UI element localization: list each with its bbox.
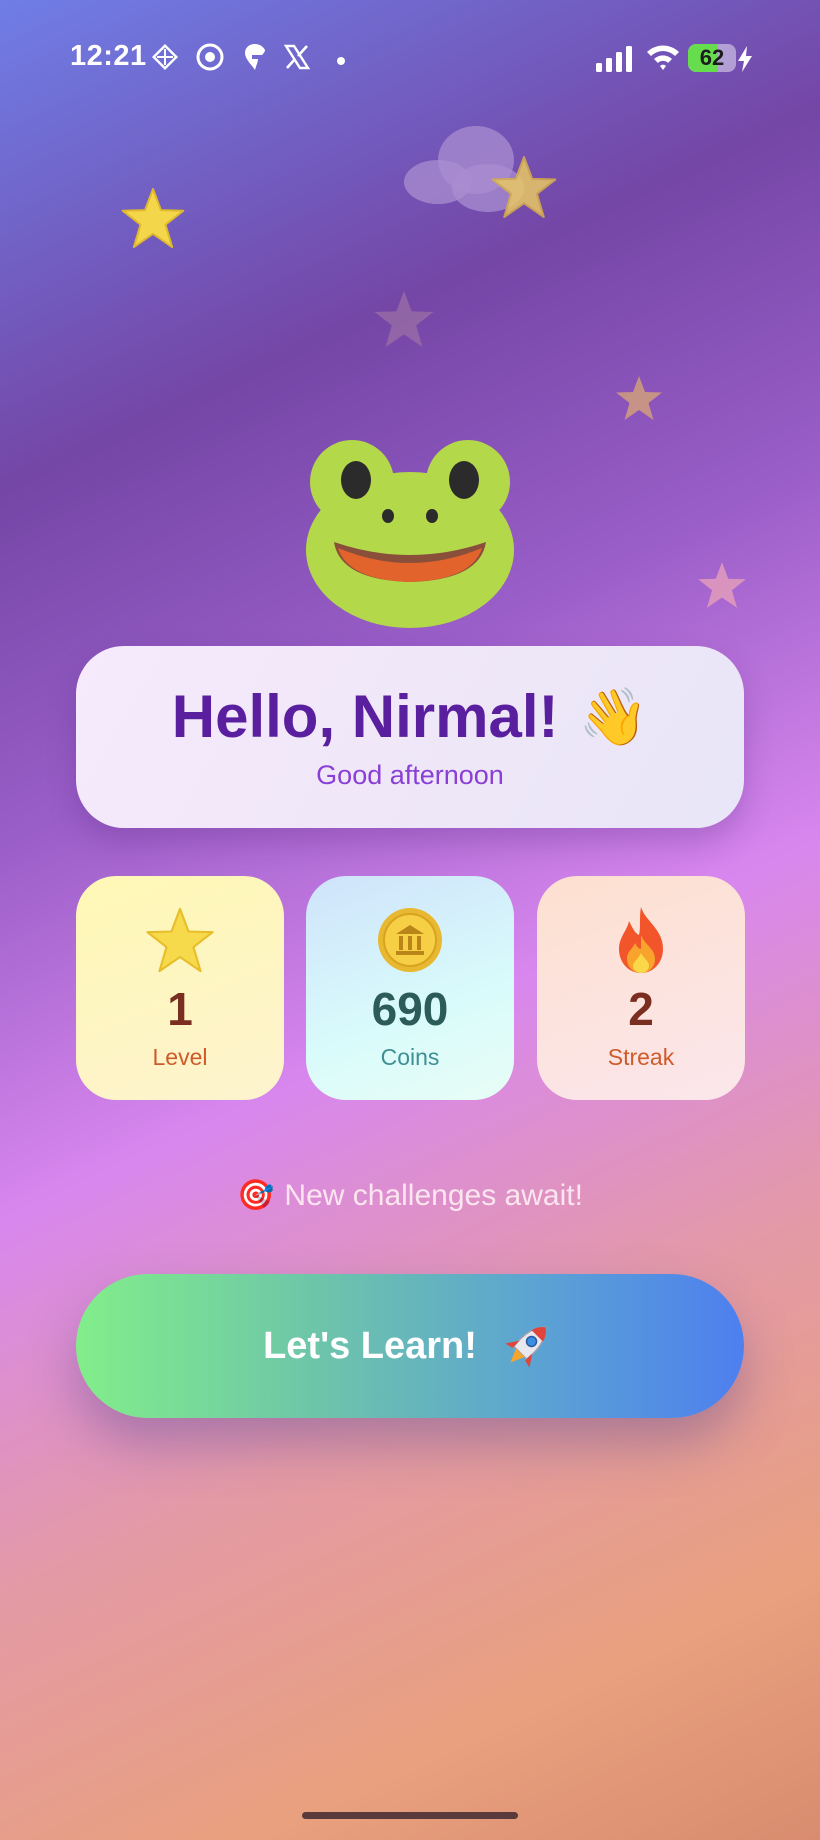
diamond-grid-icon [150,42,180,72]
lets-learn-label: Let's Learn! [263,1324,477,1367]
frog-mascot-icon [306,440,514,628]
stat-label-coins: Coins [380,1044,440,1070]
stat-value-streak: 2 [628,983,654,1035]
stat-label-level: Level [152,1044,208,1070]
rocket-icon [499,1316,557,1377]
coin-icon [306,902,514,978]
stat-card-level: 1 Level [76,876,284,1100]
greeting-title: Hello, Nirmal! 👋 [76,682,744,751]
more-notifications-dot-icon [337,57,345,65]
challenge-text: New challenges await! [284,1178,583,1212]
charging-bolt-icon [736,46,754,72]
status-time: 12:21 [70,40,147,72]
stat-card-coins: 690 Coins [306,876,514,1100]
target-icon: 🎯 [237,1179,275,1212]
stat-label-streak: Streak [607,1044,675,1070]
star-decoration-icon [616,376,662,420]
status-bar: 12:21 62 [0,0,820,120]
star-decoration-icon [121,187,185,249]
cellular-signal-icon [596,46,632,72]
greeting-name: Hello, Nirmal! [171,683,559,750]
wifi-icon [645,42,681,72]
battery-indicator: 62 [688,44,736,72]
star-decoration-icon [491,156,557,218]
greeting-card: Hello, Nirmal! 👋 Good afternoon [76,646,744,828]
stat-card-streak: 2 Streak [537,876,745,1100]
stat-value-level: 1 [167,983,193,1035]
waving-hand-icon: 👋 [578,684,649,748]
x-logo-icon [282,42,312,72]
fire-icon [537,902,745,978]
stat-value-coins: 690 [371,983,449,1035]
star-icon [76,902,284,978]
greeting-subtitle: Good afternoon [316,760,504,790]
swiggy-icon [240,42,270,72]
challenge-message: 🎯 New challenges await! [0,1178,820,1213]
shutter-icon [195,42,225,72]
star-decoration-icon [698,562,746,608]
lets-learn-button[interactable]: Let's Learn! [76,1274,744,1418]
star-decoration-icon [374,290,434,348]
battery-percent: 62 [699,45,725,70]
home-indicator [302,1812,518,1819]
